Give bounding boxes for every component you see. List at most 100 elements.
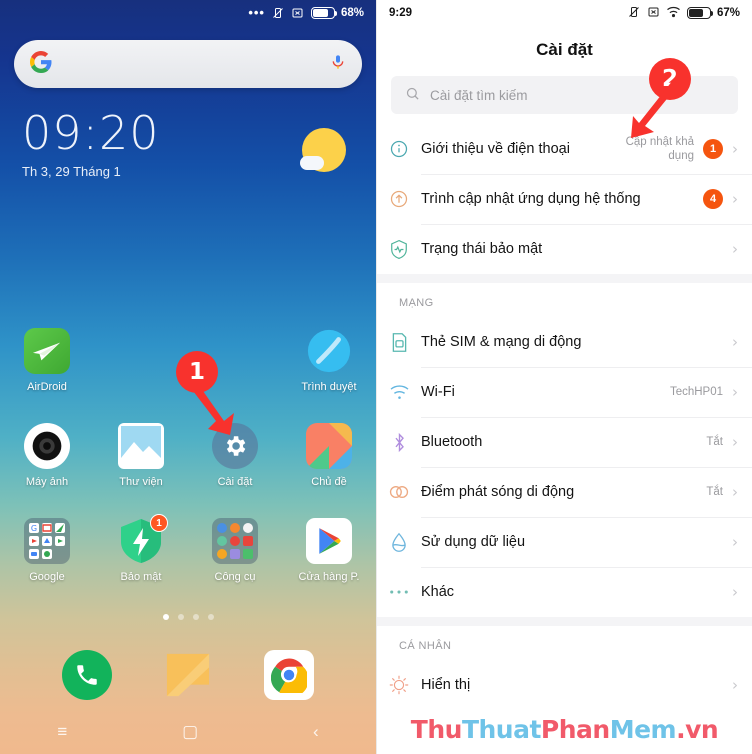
- wifi-icon: [666, 6, 681, 21]
- chevron-right-icon: ›: [732, 190, 738, 208]
- page-dot[interactable]: [207, 614, 214, 620]
- section-divider: [377, 274, 752, 283]
- microphone-icon[interactable]: [330, 51, 346, 78]
- row-data-usage[interactable]: Sử dụng dữ liệu ›: [377, 517, 752, 567]
- app-camera[interactable]: Máy ảnh: [0, 417, 94, 488]
- display-brightness-icon: [377, 675, 421, 695]
- hotspot-icon: [377, 484, 421, 500]
- annotation-marker-2: 2: [631, 58, 691, 138]
- app-google-folder[interactable]: G Google: [0, 512, 94, 583]
- system-update-icon: [377, 189, 421, 209]
- app-label: Chủ đề: [311, 476, 347, 488]
- phone-icon[interactable]: [61, 650, 112, 700]
- chevron-right-icon: ›: [732, 140, 738, 158]
- google-folder-icon: G: [24, 518, 70, 564]
- app-play-store[interactable]: Cửa hàng P.: [282, 512, 376, 583]
- chevron-right-icon: ›: [732, 333, 738, 351]
- page-indicator: [0, 614, 376, 620]
- row-display[interactable]: Hiển thị ›: [377, 660, 752, 710]
- google-search-widget[interactable]: [14, 40, 362, 88]
- status-badge: 4: [703, 189, 723, 209]
- row-about-phone[interactable]: Giới thiệu về điện thoại Cập nhật khả dụ…: [377, 124, 752, 174]
- row-more[interactable]: Khác ›: [377, 567, 752, 617]
- sim-card-icon: [377, 332, 421, 353]
- menu-icon[interactable]: ≡: [57, 723, 67, 740]
- search-icon: [405, 86, 420, 104]
- row-bluetooth[interactable]: Bluetooth Tắt ›: [377, 417, 752, 467]
- security-status-icon: [377, 239, 421, 260]
- app-label: Thư viện: [119, 476, 163, 488]
- page-dot[interactable]: [177, 614, 184, 620]
- app-row: Máy ảnh Thư viện Cài đặt Chủ đề: [0, 417, 376, 488]
- alarm-x-icon: [647, 6, 660, 21]
- home-square-icon[interactable]: ▢: [182, 723, 198, 740]
- group-header-personal: CÁ NHÂN: [399, 640, 452, 652]
- app-empty-slot: [94, 322, 188, 393]
- app-badge: 1: [150, 514, 168, 532]
- settings-status-bar: 9:29 67%: [377, 0, 752, 26]
- svg-text:G: G: [31, 524, 37, 533]
- row-security-status[interactable]: Trạng thái bảo mật ›: [377, 224, 752, 274]
- page-dot[interactable]: [162, 614, 169, 620]
- app-themes[interactable]: Chủ đề: [282, 417, 376, 488]
- more-dots-icon: [377, 588, 421, 596]
- row-mobile-hotspot[interactable]: Điểm phát sóng di động Tắt ›: [377, 467, 752, 517]
- row-value: Tắt: [706, 435, 723, 448]
- watermark-part: Thuat: [461, 715, 541, 744]
- app-label: AirDroid: [27, 381, 67, 393]
- app-browser[interactable]: Trình duyệt: [282, 322, 376, 393]
- back-icon[interactable]: ‹: [313, 723, 319, 740]
- browser-icon: [306, 328, 352, 374]
- chevron-right-icon: ›: [732, 676, 738, 694]
- navigation-bar: ≡ ▢ ‹: [0, 714, 376, 748]
- battery-icon: [686, 7, 714, 19]
- app-label: Công cụ: [214, 571, 256, 583]
- row-label: Wi-Fi: [421, 383, 455, 400]
- alarm-x-icon: [291, 7, 305, 19]
- settings-group-top: Giới thiệu về điện thoại Cập nhật khả dụ…: [377, 124, 752, 274]
- row-label: Thẻ SIM & mạng di động: [421, 333, 582, 350]
- settings-group-personal: CÁ NHÂN Hiển thị ›: [377, 626, 752, 710]
- messages-icon[interactable]: [163, 650, 213, 700]
- page-dot[interactable]: [192, 614, 199, 620]
- info-circle-icon: [377, 139, 421, 159]
- row-label: Giới thiệu về điện thoại: [421, 140, 570, 157]
- airdroid-icon: [24, 328, 70, 374]
- watermark-part: Mem: [609, 715, 677, 744]
- chevron-right-icon: ›: [732, 383, 738, 401]
- dock: [0, 650, 376, 700]
- app-gallery[interactable]: Thư viện: [94, 417, 188, 488]
- watermark-part: Thu: [410, 715, 463, 744]
- search-placeholder: Cài đặt tìm kiếm: [430, 87, 528, 103]
- battery-icon: [310, 7, 338, 19]
- chevron-right-icon: ›: [732, 533, 738, 551]
- security-shield-icon: 1: [118, 514, 168, 564]
- three-dots-icon: •••: [248, 5, 265, 20]
- tools-folder-icon: [212, 518, 258, 564]
- row-value: TechHP01: [669, 385, 723, 398]
- watermark: ThuThuatPhanMem.vn: [377, 715, 752, 744]
- chevron-right-icon: ›: [732, 433, 738, 451]
- row-label: Sử dụng dữ liệu: [421, 533, 526, 550]
- row-label: Hiển thị: [421, 676, 471, 693]
- app-label: Máy ảnh: [25, 476, 69, 488]
- group-header-network: MẠNG: [399, 297, 434, 309]
- app-tools-folder[interactable]: Công cụ: [188, 512, 282, 583]
- app-label: Cửa hàng P.: [298, 571, 360, 583]
- app-airdroid[interactable]: AirDroid: [0, 322, 94, 393]
- status-clock: 9:29: [389, 7, 413, 19]
- battery-percent: 67%: [716, 7, 740, 19]
- app-security[interactable]: 1 Bảo mật: [94, 512, 188, 583]
- sun-cloud-icon[interactable]: [300, 128, 346, 172]
- annotation-marker-1: 1: [176, 351, 234, 435]
- row-system-app-updater[interactable]: Trình cập nhật ứng dụng hệ thống 4 ›: [377, 174, 752, 224]
- vibrate-off-icon: [271, 7, 285, 19]
- data-usage-icon: [377, 532, 421, 553]
- home-status-bar: ••• 68%: [0, 0, 376, 26]
- row-wifi[interactable]: Wi-Fi TechHP01 ›: [377, 367, 752, 417]
- row-sim-mobile-network[interactable]: Thẻ SIM & mạng di động ›: [377, 317, 752, 367]
- settings-group-network: MẠNG Thẻ SIM & mạng di động › Wi-Fi Tech…: [377, 283, 752, 617]
- chrome-icon[interactable]: [264, 650, 315, 700]
- status-badge: 1: [703, 139, 723, 159]
- section-divider: [377, 617, 752, 626]
